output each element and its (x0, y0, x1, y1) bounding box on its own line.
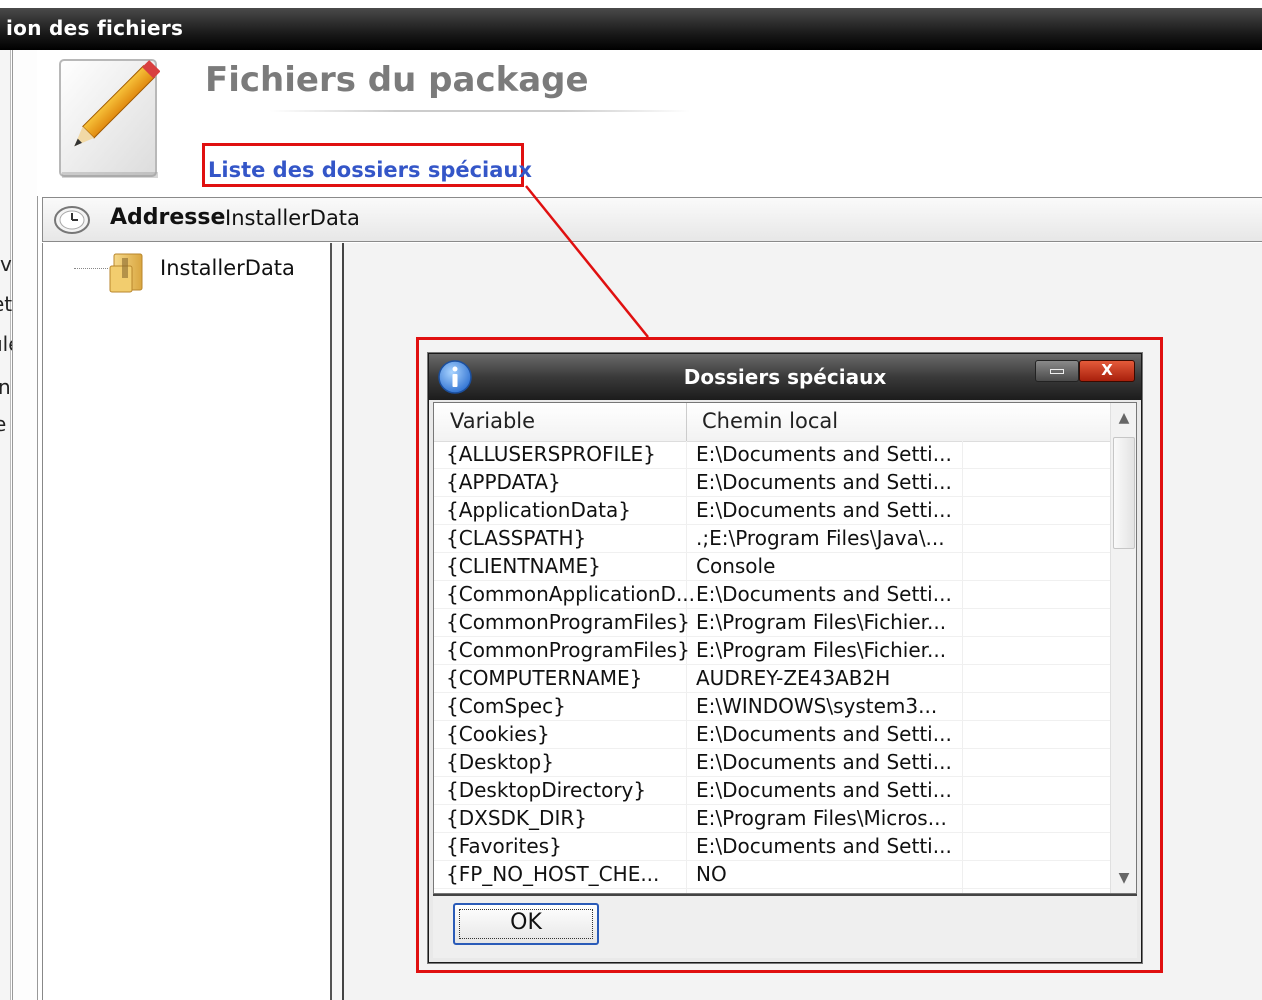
close-button[interactable]: X (1079, 360, 1135, 382)
variable-cell: {CommonProgramFiles} (446, 638, 690, 662)
variable-cell: {ApplicationData} (446, 498, 631, 522)
local-path-cell: .;E:\Program Files\Java\... (696, 526, 945, 550)
dialog-title-bar[interactable]: Dossiers spéciaux X (429, 354, 1141, 400)
ok-button[interactable]: OK (453, 903, 599, 945)
list-item[interactable]: {DesktopDirectory} E:\Documents and Setti… (434, 777, 1110, 805)
variable-cell: {DXSDK_DIR} (446, 806, 587, 830)
variable-cell: {CommonProgramFiles} (446, 610, 690, 634)
local-path-cell: E:\WINDOWS\system3... (696, 694, 938, 718)
list-item[interactable]: {CLASSPATH} .;E:\Program Files\Java\... (434, 525, 1110, 553)
top-margin (0, 0, 1262, 8)
list-item[interactable]: {CommonProgramFiles} E:\Program Files\Fic… (434, 637, 1110, 665)
document-pencil-icon (59, 59, 160, 178)
title-divider (270, 110, 690, 112)
special-folders-dialog: Dossiers spéciaux X Variable Chemin loca… (428, 353, 1142, 963)
edge-text: e (0, 412, 7, 436)
window-title: ion des fichiers (6, 16, 184, 40)
variable-cell: {COMPUTERNAME} (446, 666, 643, 690)
variable-cell: {Favorites} (446, 834, 562, 858)
list-item[interactable]: {FP_NO_HOST_CHE... NO (434, 861, 1110, 889)
window-title-bar[interactable]: ion des fichiers (0, 8, 1262, 50)
local-path-cell: AUDREY-ZE43AB2H (696, 666, 891, 690)
list-item[interactable]: {COMPUTERNAME} AUDREY-ZE43AB2H (434, 665, 1110, 693)
tree-item-installerdata[interactable]: InstallerData (160, 256, 295, 280)
minimize-icon (1050, 369, 1064, 374)
local-path-cell: E:\Documents and Setti... (696, 498, 952, 522)
variable-cell: {Cookies} (446, 722, 550, 746)
local-path-cell: E:\Documents and Setti... (696, 834, 952, 858)
list-item[interactable]: {Favorites} E:\Documents and Setti... (434, 833, 1110, 861)
column-header-local-path[interactable]: Chemin local (702, 409, 838, 433)
local-path-cell: E:\Program Files\Fichier... (696, 610, 947, 634)
folder-icon (109, 253, 143, 293)
left-edge-panel: ve ets ule ni e (0, 50, 24, 1000)
minimize-button[interactable] (1035, 360, 1079, 382)
variable-cell: {ComSpec} (446, 694, 566, 718)
tree-connector (74, 268, 108, 271)
variable-cell: {CommonApplicationD... (446, 582, 696, 606)
list-item[interactable]: {Desktop} E:\Documents and Setti... (434, 749, 1110, 777)
address-label: Addresse (110, 205, 226, 230)
variable-cell: {APPDATA} (446, 470, 561, 494)
list-item[interactable]: {CommonProgramFiles} E:\Program Files\Fic… (434, 609, 1110, 637)
scroll-up-arrow-icon[interactable]: ▲ (1111, 403, 1136, 433)
clock-icon (54, 206, 90, 234)
list-item[interactable]: {APPDATA} E:\Documents and Setti... (434, 469, 1110, 497)
column-header-variable[interactable]: Variable (450, 409, 535, 433)
dialog-footer: OK (433, 894, 1137, 958)
local-path-cell: NO (696, 862, 727, 886)
vertical-scrollbar[interactable]: ▲ ▼ (1110, 403, 1136, 893)
list-item[interactable]: {ComSpec} E:\WINDOWS\system3... (434, 693, 1110, 721)
column-header-row: Variable Chemin local (434, 403, 1110, 442)
variable-cell: {CLIENTNAME} (446, 554, 601, 578)
address-value[interactable]: InstallerData (225, 206, 360, 230)
local-path-cell: Console (696, 554, 776, 578)
scroll-down-arrow-icon[interactable]: ▼ (1111, 863, 1136, 893)
folder-tree[interactable] (42, 243, 332, 1000)
special-folders-link-highlight[interactable]: Liste des dossiers spéciaux (202, 143, 532, 187)
list-item[interactable]: {ApplicationData} E:\Documents and Setti.… (434, 497, 1110, 525)
local-path-cell: E:\Documents and Setti... (696, 442, 952, 466)
variable-cell: {DesktopDirectory} (446, 778, 647, 802)
local-path-cell: E:\Documents and Setti... (696, 722, 952, 746)
variable-cell: {FP_NO_HOST_CHE... (446, 862, 660, 886)
column-separator[interactable] (686, 403, 687, 441)
local-path-cell: E:\Documents and Setti... (696, 750, 952, 774)
variable-cell: {Desktop} (446, 750, 554, 774)
list-item[interactable]: {ALLUSERSPROFILE} E:\Documents and Setti.… (434, 441, 1110, 469)
local-path-cell: E:\Documents and Setti... (696, 582, 952, 606)
pane-splitter[interactable] (332, 243, 344, 1000)
local-path-cell: E:\Documents and Setti... (696, 470, 952, 494)
list-item[interactable]: {Cookies} E:\Documents and Setti... (434, 721, 1110, 749)
local-path-cell: E:\Documents and Setti... (696, 778, 952, 802)
left-gutter (12, 50, 38, 1000)
list-item[interactable]: {CommonApplicationD... E:\Documents and S… (434, 581, 1110, 609)
local-path-cell: E:\Program Files\Fichier... (696, 638, 947, 662)
variable-cell: {CLASSPATH} (446, 526, 587, 550)
local-path-cell: E:\Program Files\Micros... (696, 806, 947, 830)
page-title: Fichiers du package (205, 60, 589, 100)
special-folders-link[interactable]: Liste des dossiers spéciaux (208, 158, 532, 182)
variable-cell: {ALLUSERSPROFILE} (446, 442, 656, 466)
list-item[interactable]: {DXSDK_DIR} E:\Program Files\Micros... (434, 805, 1110, 833)
list-item[interactable]: {CLIENTNAME} Console (434, 553, 1110, 581)
scrollbar-thumb[interactable] (1113, 437, 1135, 549)
special-folders-list[interactable]: Variable Chemin local {ALLUSERSPROFILE} E… (433, 402, 1137, 894)
